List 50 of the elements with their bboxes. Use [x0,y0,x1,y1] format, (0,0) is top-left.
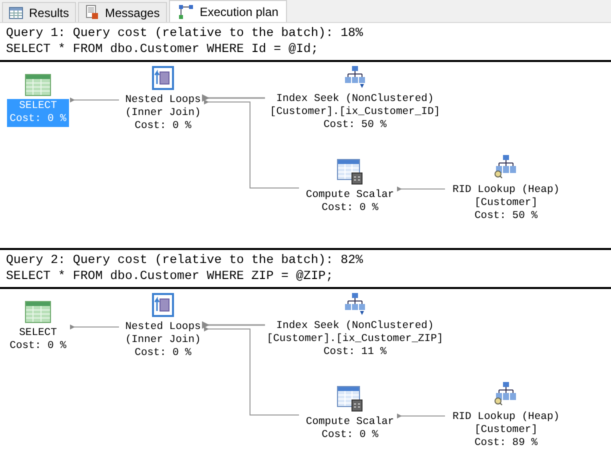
cost-label: Cost: 0 % [134,120,192,133]
operator-label: RID Lookup (Heap) [452,184,560,197]
query-cost-header: Query 2: Query cost (relative to the batch): 82% [6,252,364,268]
cost-label: Cost: 0 % [10,113,66,126]
cost-label: Cost: 11 % [323,346,386,359]
operator-label: SELECT [19,100,57,113]
tree-magnifier-icon [494,381,518,407]
tab[interactable]: Messages [78,2,167,22]
operator-label: Index Seek (NonClustered) [276,93,434,106]
tree-magnifier-icon [494,154,518,180]
operator-label: [Customer] [474,197,538,210]
tab[interactable]: Results [2,2,76,22]
operator-label: (Inner Join) [125,334,201,347]
cost-label: Cost: 0 % [322,202,378,215]
operator-label: [Customer] [474,424,538,437]
operator-label: Nested Loops [125,94,201,107]
connector-arrow [70,324,120,330]
cost-label: Cost: 0 % [322,429,378,442]
calculator-table-icon [337,386,363,412]
operator-label: Nested Loops [125,321,201,334]
cost-label: Cost: 0 % [10,340,66,353]
tab[interactable]: Execution plan [168,0,288,22]
cost-label: Cost: 50 % [323,119,386,132]
tree-icon [344,65,366,89]
operator-label: [Customer].[ix_Customer_ID] [270,106,440,119]
connector-arrow [397,186,446,192]
loop-icon [152,66,174,90]
loop-icon [152,293,174,317]
query-text: SELECT * FROM dbo.Customer WHERE ZIP = @ZIP; [6,268,334,284]
operator-label: Index Seek (NonClustered) [276,320,434,333]
connector-arrow [70,98,120,102]
operator-label: Compute Scalar [306,416,394,429]
query-cost-header: Query 1: Query cost (relative to the batch): 18% [6,25,364,41]
table-icon [25,301,51,323]
query-text: SELECT * FROM dbo.Customer WHERE Id = @Id; [6,41,320,57]
diagram-icon [178,4,194,20]
connector-arrow [397,414,446,418]
operator-label: [Customer].[ix_Customer_ZIP] [266,333,444,346]
operator-label: Compute Scalar [306,189,394,202]
operator-label: SELECT [19,327,57,340]
document-icon [85,5,100,20]
table-icon [25,74,51,96]
calculator-table-icon [337,159,363,185]
cost-label: Cost: 50 % [474,210,538,223]
operator-label: (Inner Join) [125,107,201,120]
operator-label: RID Lookup (Heap) [452,411,560,424]
grid-icon [9,6,23,18]
tree-icon [344,292,366,316]
cost-label: Cost: 89 % [474,437,538,450]
cost-label: Cost: 0 % [134,347,192,360]
